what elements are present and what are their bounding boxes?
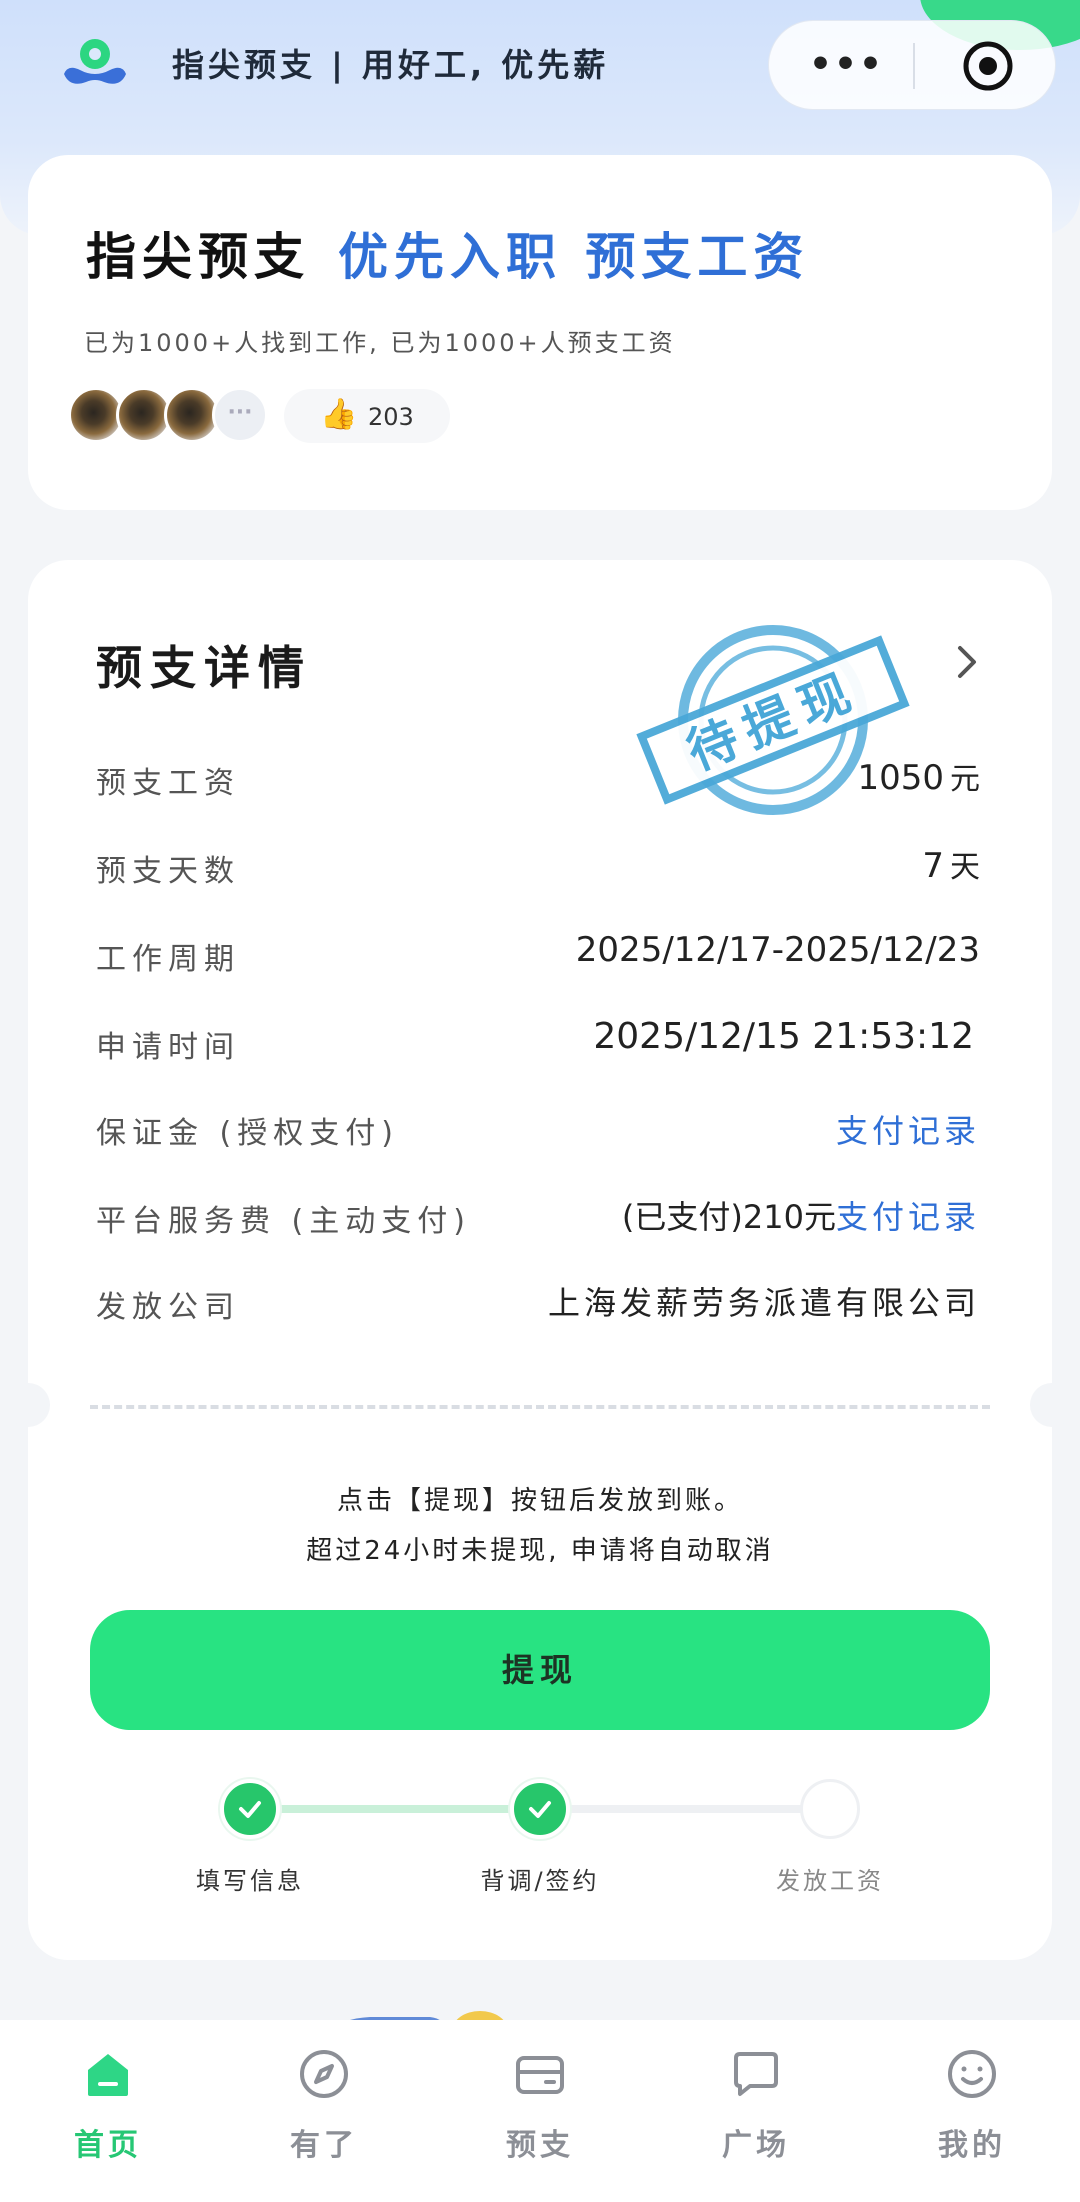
step-label-pay-wage: 发放工资 (776, 1867, 884, 1895)
tab-youle[interactable]: 有了 (264, 2046, 384, 2164)
progress-steps: 填写信息 背调/签约 发放工资 (28, 1775, 1052, 1895)
home-icon (88, 2054, 128, 2096)
step-check-circle (510, 1779, 570, 1839)
more-button[interactable]: ••• (809, 47, 884, 83)
tab-label: 有了 (290, 2128, 358, 2163)
hero-title: 指尖预支 优先入职 预支工资 (86, 217, 809, 289)
hero-title-blue: 优先入职 预支工资 (338, 228, 810, 286)
mini-program-header: 指尖预支 | 用好工, 优先薪 ••• (0, 0, 1080, 130)
capsule-menu: ••• (768, 20, 1056, 110)
like-count: 203 (368, 403, 414, 431)
step-line-done (250, 1805, 540, 1813)
withdraw-button[interactable]: 提现 (90, 1610, 990, 1730)
smile-icon (948, 2050, 996, 2098)
close-target-icon[interactable] (961, 39, 1015, 93)
service-fee-payment-record-link[interactable]: 支付记录 (836, 1198, 980, 1236)
step-pending-circle (800, 1779, 860, 1839)
more-avatars: ··· (212, 387, 268, 443)
wallet-icon (516, 2056, 564, 2094)
tab-mine[interactable]: 我的 (912, 2046, 1032, 2164)
advance-days-unit: 天 (950, 850, 980, 885)
hero-card: 指尖预支 优先入职 预支工资 已为1000+人找到工作, 已为1000+人预支工资… (28, 155, 1052, 510)
tab-label: 预支 (506, 2128, 574, 2163)
check-icon (529, 1801, 551, 1818)
row-value-issuing-company: 上海发薪劳务派遣有限公司 (547, 1284, 980, 1322)
advance-detail-card: 预支详情 待提现 预支工资 1050 元 预支天数 7天 工作周期 2025/12… (28, 560, 1052, 1960)
step-check-circle (220, 1779, 280, 1839)
row-value-deposit: 支付记录 (836, 1106, 980, 1152)
detail-title: 预支详情 (96, 641, 312, 695)
capsule-divider (913, 43, 915, 89)
tip-line-2: 超过24小时未提现, 申请将自动取消 (306, 1536, 774, 1566)
row-label-issuing-company: 发放公司 (96, 1290, 240, 1325)
row-label-advance-wage: 预支工资 (96, 766, 240, 801)
check-icon (239, 1801, 261, 1818)
step-label-background-sign: 背调/签约 (480, 1867, 600, 1895)
row-value-apply-time: 2025/12/15 21:53:12 (593, 1016, 974, 1057)
row-label-advance-days: 预支天数 (96, 854, 240, 889)
tab-home[interactable]: 首页 (48, 2046, 168, 2164)
hero-title-dark: 指尖预支 (86, 228, 310, 286)
app-logo-icon (64, 39, 126, 84)
tip-line-1: 点击【提现】按钮后发放到账。 (336, 1486, 743, 1516)
hero-subtitle: 已为1000+人找到工作, 已为1000+人预支工资 (84, 329, 676, 357)
chat-icon (734, 2052, 778, 2096)
advance-days-count: 7 (922, 846, 944, 886)
avatar-group[interactable]: ··· (68, 387, 278, 443)
row-value-work-period: 2025/12/17-2025/12/23 (575, 930, 980, 970)
chevron-right-icon[interactable] (954, 642, 982, 682)
service-fee-amount: (已支付)210元 (621, 1198, 836, 1236)
step-line-todo (540, 1805, 830, 1813)
bottom-tab-bar: 首页 有了 预支 广场 我的 (0, 2020, 1080, 2202)
advance-wage-unit: 元 (950, 762, 980, 797)
tab-label: 我的 (938, 2128, 1006, 2163)
thumbs-up-icon: 👍 (320, 397, 358, 432)
tab-label: 广场 (722, 2128, 790, 2163)
row-value-advance-days: 7天 (922, 842, 980, 886)
ticket-notch-left (6, 1383, 50, 1427)
tab-square[interactable]: 广场 (696, 2046, 816, 2164)
tab-advance[interactable]: 预支 (480, 2046, 600, 2164)
compass-icon (300, 2050, 348, 2098)
row-value-service-fee: (已支付)210元支付记录 (622, 1192, 980, 1238)
deposit-payment-record-link[interactable]: 支付记录 (836, 1112, 980, 1150)
dashed-divider (90, 1405, 990, 1409)
step-label-fill-info: 填写信息 (196, 1867, 304, 1895)
row-label-service-fee: 平台服务费 (主动支付) (96, 1204, 471, 1239)
ticket-notch-right (1030, 1383, 1074, 1427)
row-label-deposit: 保证金 (授权支付) (96, 1116, 399, 1151)
row-value-advance-wage: 1050 元 (857, 754, 980, 798)
like-button[interactable]: 👍 203 (284, 389, 450, 443)
row-label-apply-time: 申请时间 (96, 1030, 240, 1065)
tab-label: 首页 (74, 2128, 142, 2163)
header-title: 指尖预支 | 用好工, 优先薪 (172, 46, 610, 84)
advance-wage-amount: 1050 (857, 758, 944, 798)
row-label-work-period: 工作周期 (96, 942, 240, 977)
